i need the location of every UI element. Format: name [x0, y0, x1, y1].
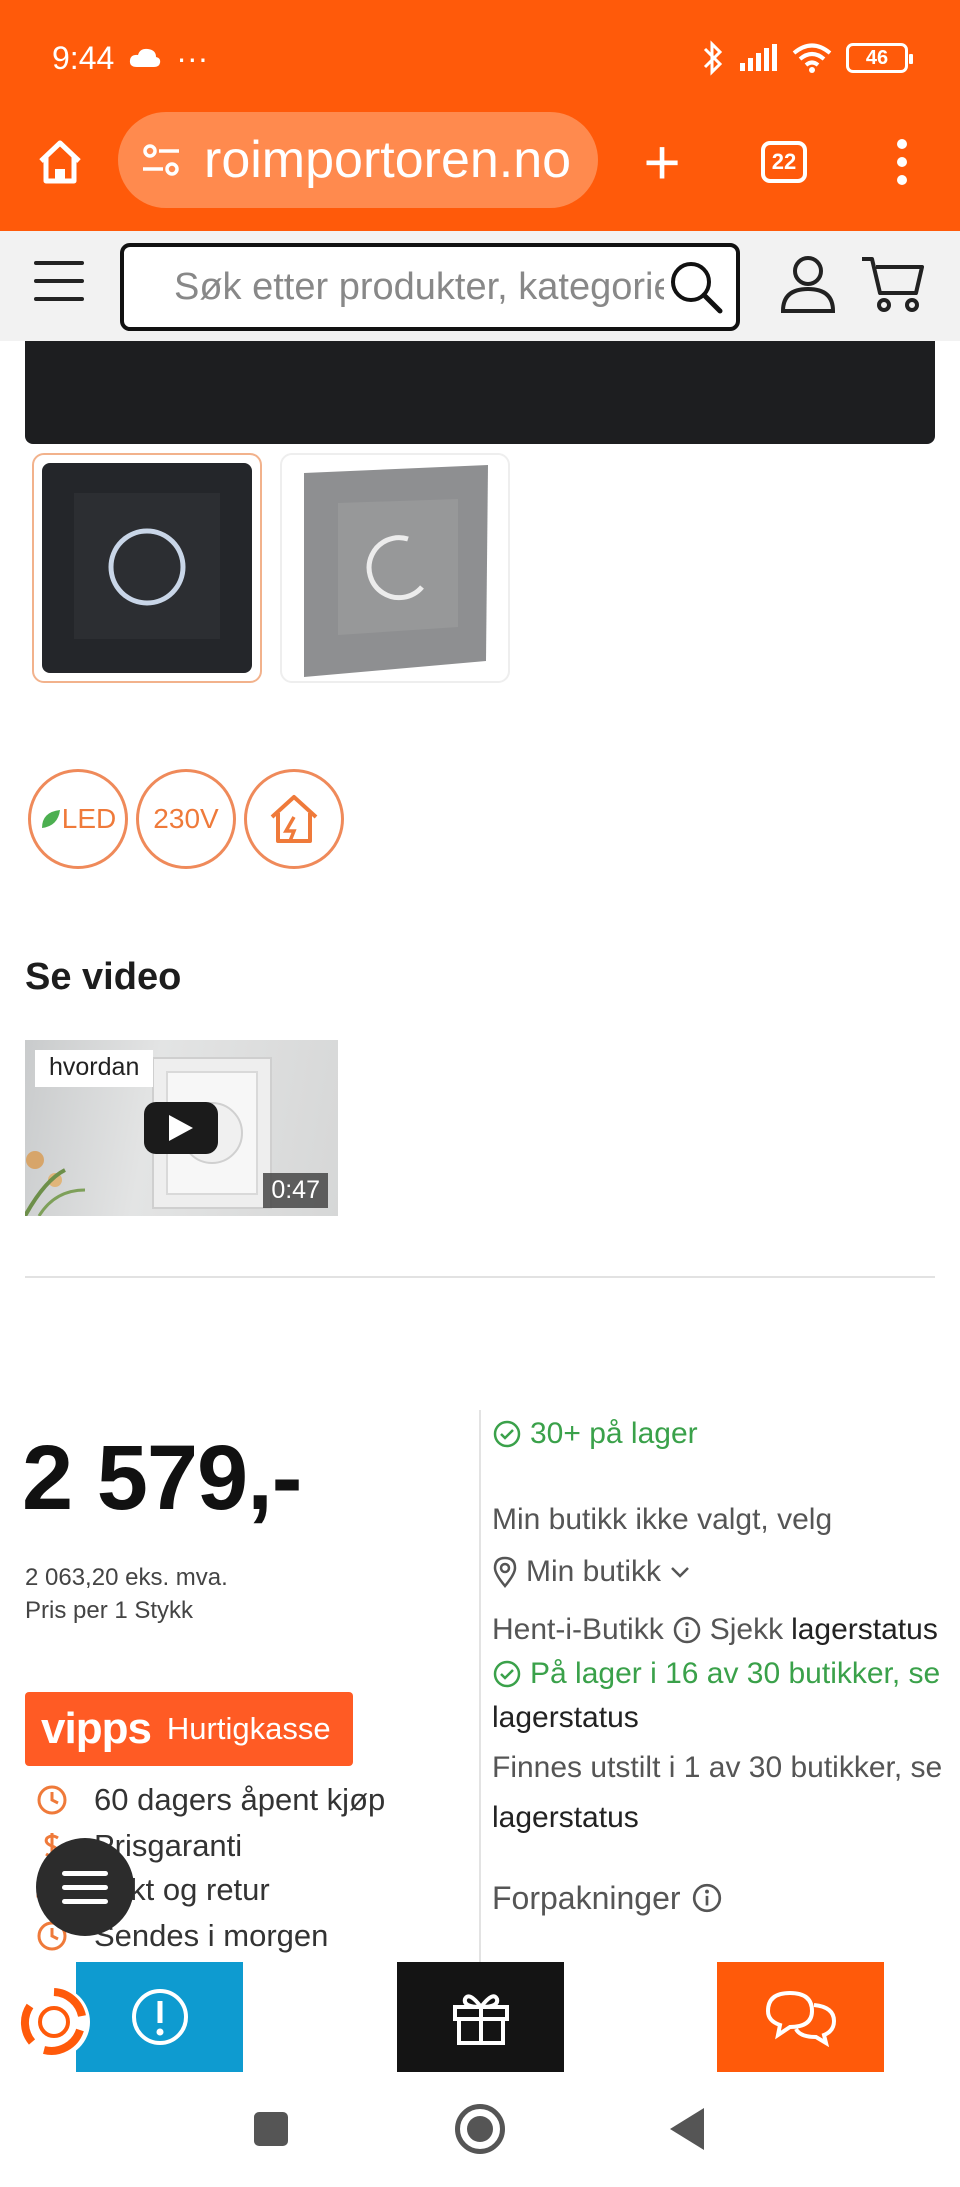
chat-icon — [765, 1990, 836, 2047]
led-badge: LED — [28, 769, 128, 869]
section-divider — [25, 1276, 935, 1278]
dimmer-black-image — [42, 463, 252, 673]
clock-icon — [36, 1784, 76, 1816]
home-nav-icon[interactable] — [455, 2104, 505, 2154]
price-ex-vat: 2 063,20 eks. mva. — [25, 1564, 228, 1591]
store-not-selected: Min butikk ikke valgt, velg — [492, 1503, 833, 1536]
more-vert-icon — [897, 139, 907, 185]
usp-open-purchase: 60 dagers åpent kjøp — [36, 1782, 385, 1818]
vipps-logo: vipps — [41, 1704, 152, 1753]
home-button[interactable] — [22, 112, 98, 212]
video-thumbnail[interactable]: hvordan 0:47 — [25, 1040, 338, 1216]
signal-icon — [740, 44, 777, 71]
smart-home-badge — [244, 769, 344, 869]
main-product-image[interactable] — [25, 341, 935, 444]
display-stores-text: Finnes utstilt i 1 av 30 butikker, se — [492, 1751, 943, 1784]
status-bar-left: 9:44 ··· — [52, 30, 208, 86]
stock-status: 30+ på lager — [492, 1412, 698, 1456]
home-icon — [39, 140, 81, 184]
leaf-icon — [41, 810, 60, 828]
packaging-section[interactable]: Forpakninger — [492, 1876, 723, 1920]
address-bar[interactable]: roimportoren.no — [118, 112, 598, 208]
info-icon[interactable] — [672, 1615, 702, 1645]
brand-badge-icon[interactable] — [14, 1982, 94, 2062]
led-label: LED — [61, 803, 117, 834]
stores-stock-text: På lager i 16 av 30 butikker, se — [530, 1657, 941, 1690]
check-circle-icon — [493, 1420, 521, 1448]
battery-icon: 46 — [846, 43, 913, 73]
cart-icon[interactable] — [860, 253, 926, 315]
info-bar-button[interactable] — [76, 1962, 243, 2072]
floating-menu-button[interactable] — [36, 1838, 134, 1936]
my-store-selector[interactable]: Min butikk — [492, 1550, 691, 1594]
alert-circle-icon — [131, 1989, 188, 2045]
tab-switcher-button[interactable]: 22 — [746, 112, 822, 212]
click-and-collect-line: Hent-i-Butikk Sjekk lagerstatus — [492, 1608, 938, 1652]
gift-bar-button[interactable] — [397, 1962, 564, 2072]
packaging-label[interactable]: Forpakninger — [492, 1876, 681, 1920]
product-price: 2 579,- — [22, 1427, 302, 1529]
battery-level: 46 — [865, 46, 889, 69]
new-tab-button[interactable]: + — [624, 112, 700, 212]
stores-stock-link[interactable]: lagerstatus — [492, 1696, 639, 1740]
price-per-unit: Pris per 1 Stykk — [25, 1597, 194, 1624]
video-duration: 0:47 — [263, 1173, 328, 1208]
check-label: Sjekk — [709, 1613, 784, 1646]
video-tag: hvordan — [35, 1050, 154, 1087]
vipps-label: Hurtigkasse — [166, 1711, 331, 1746]
chat-bar-button[interactable] — [717, 1962, 884, 2072]
search-icon[interactable] — [666, 257, 726, 317]
chevron-down-icon — [671, 1567, 689, 1578]
check-circle-icon — [493, 1660, 521, 1688]
product-thumbnail-black[interactable] — [32, 453, 262, 683]
stores-stock-line: På lager i 16 av 30 butikker, se — [492, 1652, 940, 1696]
product-thumbnail-grey[interactable] — [280, 453, 510, 683]
usp-label: Sendes i morgen — [94, 1918, 329, 1953]
wifi-icon — [792, 43, 832, 73]
bluetooth-icon — [703, 40, 723, 76]
tab-count: 22 — [761, 141, 807, 183]
site-header — [0, 231, 960, 341]
status-time: 9:44 — [52, 39, 115, 76]
location-pin-icon — [493, 1556, 517, 1588]
video-heading: Se video — [25, 956, 182, 998]
play-icon[interactable] — [144, 1102, 218, 1154]
url-bar-row: roimportoren.no + 22 — [0, 112, 960, 212]
gift-icon — [452, 1994, 509, 2045]
check-stock-link[interactable]: lagerstatus — [791, 1608, 938, 1652]
status-dots: ··· — [176, 39, 209, 76]
pickup-label: Hent-i-Butikk — [492, 1613, 664, 1646]
dimmer-grey-image — [304, 465, 488, 677]
system-navigation-bar — [0, 2072, 960, 2187]
display-stores-link[interactable]: lagerstatus — [492, 1796, 639, 1840]
usp-label: 60 dagers åpent kjøp — [94, 1782, 386, 1817]
search-bar[interactable] — [120, 243, 740, 331]
vipps-checkout-button[interactable]: vipps Hurtigkasse — [25, 1692, 353, 1766]
stock-count: 30+ på lager — [530, 1417, 698, 1450]
voltage-label: 230V — [153, 803, 219, 834]
cloud-icon — [130, 48, 161, 67]
smart-home-icon — [270, 795, 318, 843]
my-store-label[interactable]: Min butikk — [526, 1550, 661, 1594]
recents-icon[interactable] — [254, 2112, 288, 2146]
voltage-badge: 230V — [136, 769, 236, 869]
site-settings-icon[interactable] — [118, 143, 204, 177]
search-input[interactable] — [124, 265, 664, 309]
info-icon[interactable] — [691, 1882, 723, 1914]
column-divider — [479, 1410, 481, 1970]
menu-icon[interactable] — [34, 261, 84, 311]
account-icon[interactable] — [778, 253, 838, 315]
status-bar-right: 46 — [702, 30, 913, 86]
browser-menu-button[interactable] — [864, 112, 940, 212]
url-text[interactable]: roimportoren.no — [204, 130, 584, 190]
browser-chrome: 9:44 ··· 46 roimportoren.no + 22 — [0, 0, 960, 231]
back-icon[interactable] — [670, 2108, 704, 2150]
